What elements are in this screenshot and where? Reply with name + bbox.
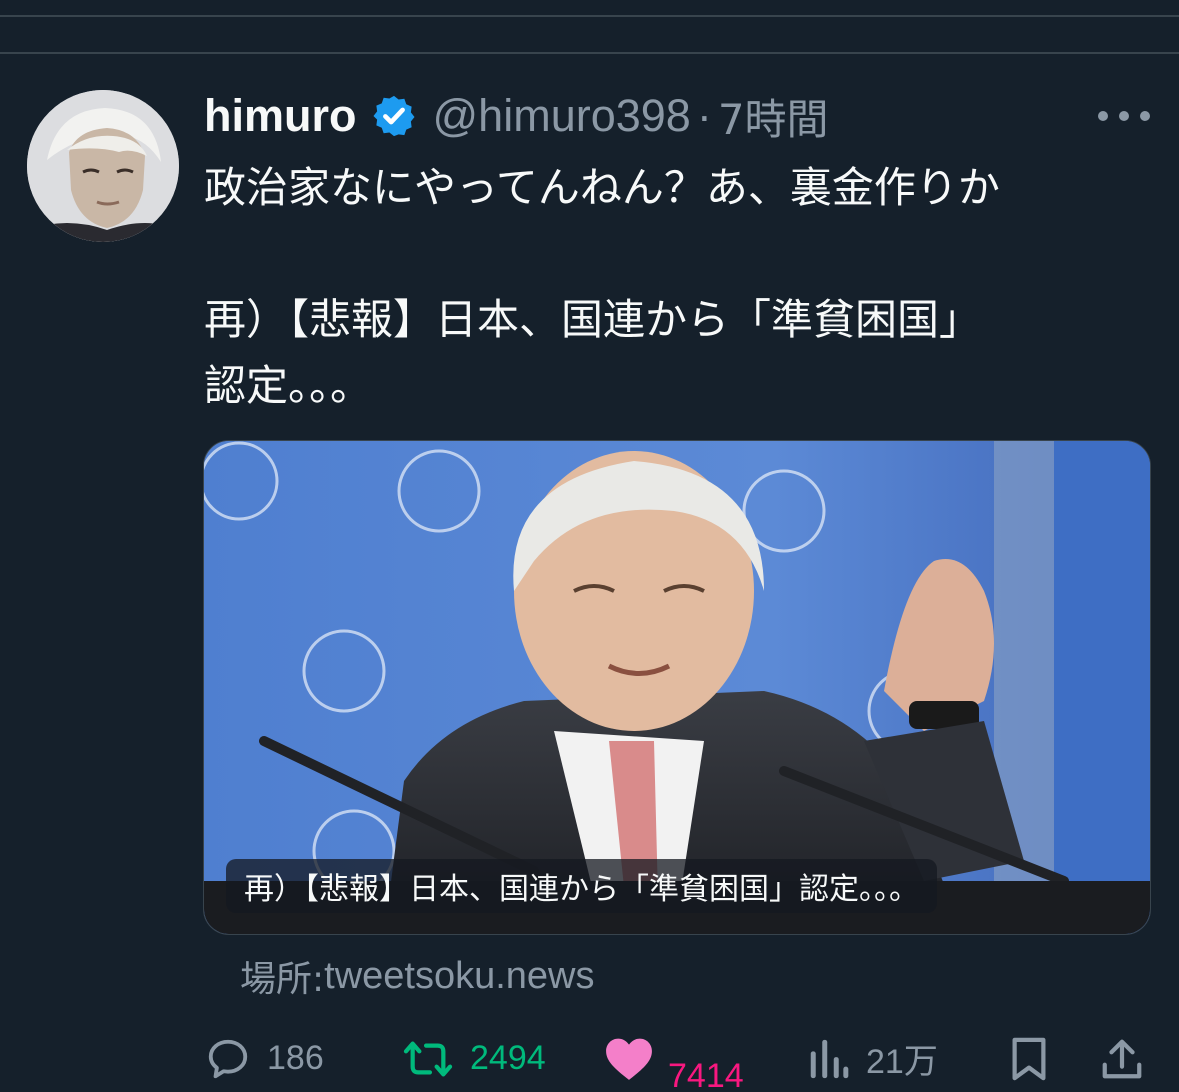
display-name[interactable]: himuro [204, 90, 357, 142]
views-count: 21万 [866, 1043, 938, 1081]
more-dots-icon [1098, 111, 1108, 121]
retweet-count: 2494 [470, 1039, 546, 1077]
tweet-text-line: 再）【悲報】日本、国連から「準貧困国」 [204, 295, 982, 344]
reply-bubble-icon [208, 1039, 248, 1078]
action-bar: 186 2494 7414 21万 [0, 1025, 1179, 1092]
source-prefix: 場所: [240, 959, 325, 1000]
tweet-text-line: 政治家なにやってんねん？あ、裏金作りか [204, 163, 1000, 212]
reply-button[interactable]: 186 [205, 1025, 324, 1092]
more-options-button[interactable] [1098, 96, 1150, 136]
reply-count: 186 [267, 1039, 324, 1077]
avatar-photo [27, 90, 179, 242]
bookmark-button[interactable] [1010, 1025, 1048, 1092]
like-count-rolling: 7414 [668, 1025, 748, 1092]
media-caption: 再）【悲報】日本、国連から「準貧困国」認定。。。 [226, 859, 937, 913]
like-button[interactable]: 7414 [604, 1025, 748, 1092]
bookmark-icon [1012, 1037, 1046, 1080]
share-icon [1102, 1039, 1142, 1078]
like-count-mask [668, 1025, 748, 1065]
views-button[interactable]: 21万 [806, 1025, 938, 1092]
post-time[interactable]: 7時間 [718, 86, 829, 147]
header-separator: · [696, 90, 712, 141]
tweet-text: 政治家なにやってんねん？あ、裏金作りか 再）【悲報】日本、国連から「準貧困国」 … [204, 155, 1154, 419]
link-card-image[interactable]: 再）【悲報】日本、国連から「準貧困国」認定。。。 [203, 440, 1151, 935]
source-domain[interactable]: tweetsoku.news [324, 955, 594, 998]
heart-icon [606, 1038, 652, 1080]
share-button[interactable] [1100, 1025, 1144, 1092]
tweet-header: himuro @himuro398 · 7時間 [204, 86, 829, 146]
retweet-button[interactable]: 2494 [402, 1025, 546, 1092]
views-bars-icon [810, 1039, 849, 1078]
link-source[interactable]: 場所: tweetsoku.news [240, 948, 595, 1004]
top-divider [0, 15, 1179, 17]
verified-badge-icon [372, 95, 415, 137]
retweet-icon [403, 1041, 453, 1076]
user-handle[interactable]: @himuro398 [433, 90, 691, 142]
tweet-divider [0, 52, 1179, 54]
more-dot [1119, 111, 1129, 121]
avatar[interactable] [27, 90, 179, 242]
tweet-text-line: 認定。。。 [204, 361, 373, 410]
more-dot [1140, 111, 1150, 121]
